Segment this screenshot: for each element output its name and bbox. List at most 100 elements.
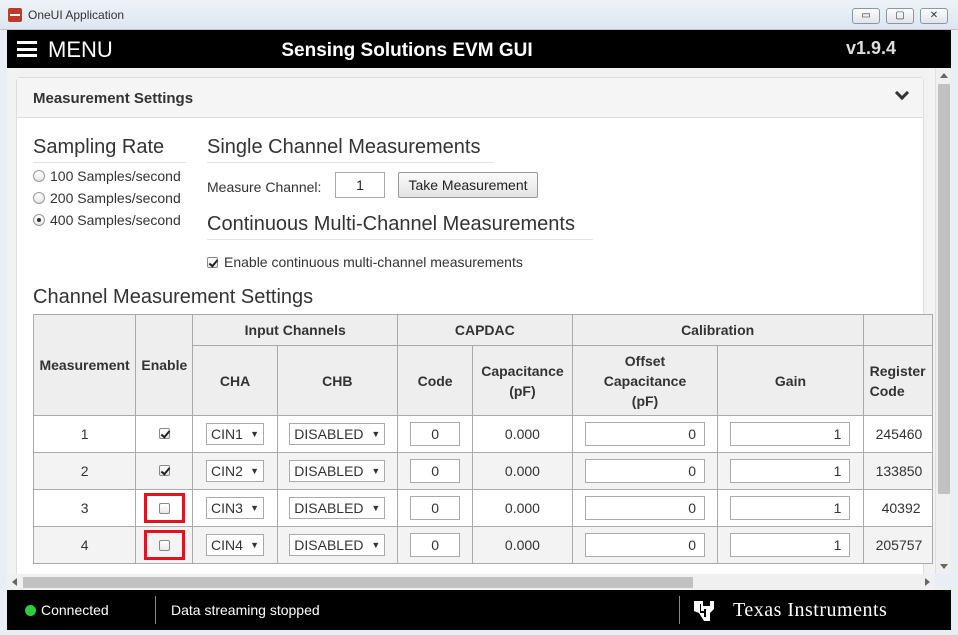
table-row: 1 CIN1 ▼ DISABLED ▼ 0 0.000 0 1 245460 bbox=[33, 415, 933, 453]
chevron-down-icon[interactable] bbox=[894, 85, 910, 101]
code-input[interactable]: 0 bbox=[410, 459, 461, 483]
code-input[interactable]: 0 bbox=[410, 533, 461, 557]
gain-input[interactable]: 1 bbox=[730, 533, 851, 557]
register-cell: 245460 bbox=[862, 415, 933, 453]
texas-instruments-logo-icon bbox=[694, 601, 714, 621]
register-cell: 40392 bbox=[862, 489, 933, 527]
sampling-option-100[interactable]: 100 Samples/second bbox=[33, 168, 181, 184]
radio-icon[interactable] bbox=[33, 170, 45, 182]
cha-value: CIN3 bbox=[211, 500, 243, 516]
chb-value: DISABLED bbox=[294, 463, 364, 479]
code-input[interactable]: 0 bbox=[410, 422, 461, 446]
gain-cell: 1 bbox=[717, 415, 864, 453]
measurement-cell: 1 bbox=[33, 415, 137, 453]
capacitance-cell: 0.000 bbox=[472, 526, 573, 564]
chb-cell: DISABLED ▼ bbox=[276, 415, 398, 453]
cha-select[interactable]: CIN4 ▼ bbox=[206, 534, 265, 556]
measurement-cell: 4 bbox=[33, 526, 137, 564]
horizontal-scroll-thumb[interactable] bbox=[23, 577, 693, 588]
offset-cell: 0 bbox=[571, 452, 719, 490]
channel-settings-heading: Channel Measurement Settings bbox=[33, 286, 314, 308]
maximize-button[interactable]: ▢ bbox=[886, 8, 914, 24]
gain-input[interactable]: 1 bbox=[730, 459, 851, 483]
gain-input[interactable]: 1 bbox=[730, 422, 851, 446]
cha-select[interactable]: CIN2 ▼ bbox=[206, 460, 265, 482]
gain-input[interactable]: 1 bbox=[730, 496, 851, 520]
capacitance-cell: 0.000 bbox=[472, 452, 573, 490]
cha-value: CIN2 bbox=[211, 463, 243, 479]
chb-cell: DISABLED ▼ bbox=[276, 526, 398, 564]
chb-select[interactable]: DISABLED ▼ bbox=[289, 423, 386, 445]
offset-cell: 0 bbox=[571, 526, 719, 564]
cha-cell: CIN4 ▼ bbox=[192, 526, 278, 564]
register-cell: 205757 bbox=[862, 526, 933, 564]
streaming-status: Data streaming stopped bbox=[171, 602, 320, 618]
scroll-left-icon[interactable] bbox=[12, 578, 17, 586]
offset-input[interactable]: 0 bbox=[585, 533, 705, 557]
offset-input[interactable]: 0 bbox=[585, 459, 705, 483]
take-measurement-button[interactable]: Take Measurement bbox=[398, 172, 538, 198]
status-bar: Connected Data streaming stopped Texas I… bbox=[7, 590, 951, 630]
gain-cell: 1 bbox=[717, 489, 864, 527]
sampling-option-label: 100 Samples/second bbox=[50, 168, 181, 184]
app-icon bbox=[8, 8, 22, 22]
horizontal-scrollbar[interactable] bbox=[7, 574, 935, 590]
checkbox-icon[interactable] bbox=[207, 256, 218, 268]
dropdown-arrow-icon: ▼ bbox=[250, 503, 260, 513]
radio-icon[interactable] bbox=[33, 192, 45, 204]
radio-icon[interactable] bbox=[33, 214, 45, 226]
scroll-down-icon[interactable] bbox=[940, 564, 948, 569]
cha-select[interactable]: CIN1 ▼ bbox=[206, 423, 265, 445]
col-input-channels: Input Channels bbox=[192, 314, 398, 346]
col-capacitance: Capacitance (pF) bbox=[472, 345, 573, 416]
offset-input[interactable]: 0 bbox=[585, 496, 705, 520]
panel-header[interactable]: Measurement Settings bbox=[17, 78, 923, 118]
vertical-scroll-thumb[interactable] bbox=[938, 84, 950, 494]
capacitance-cell: 0.000 bbox=[472, 415, 573, 453]
col-measurement: Measurement bbox=[33, 314, 137, 416]
enable-cell bbox=[135, 415, 194, 453]
scroll-up-icon[interactable] bbox=[940, 73, 948, 78]
chb-select[interactable]: DISABLED ▼ bbox=[289, 460, 386, 482]
close-button[interactable]: ✕ bbox=[920, 8, 948, 24]
cha-select[interactable]: CIN3 ▼ bbox=[206, 497, 265, 519]
continuous-enable[interactable]: Enable continuous multi-channel measurem… bbox=[207, 254, 523, 270]
status-divider bbox=[155, 596, 156, 624]
scroll-right-icon[interactable] bbox=[925, 578, 930, 586]
channel-table: Measurement Enable Input Channels CAPDAC… bbox=[33, 314, 933, 564]
code-cell: 0 bbox=[396, 452, 474, 490]
table-row: 2 CIN2 ▼ DISABLED ▼ 0 0.000 0 1 133850 bbox=[33, 452, 933, 490]
gain-cell: 1 bbox=[717, 452, 864, 490]
offset-input[interactable]: 0 bbox=[585, 422, 705, 446]
sampling-option-400[interactable]: 400 Samples/second bbox=[33, 212, 181, 228]
dropdown-arrow-icon: ▼ bbox=[250, 540, 260, 550]
cha-cell: CIN2 ▼ bbox=[192, 452, 278, 490]
code-input[interactable]: 0 bbox=[410, 496, 461, 520]
measure-channel-label: Measure Channel: bbox=[207, 179, 322, 195]
continuous-enable-label: Enable continuous multi-channel measurem… bbox=[224, 254, 523, 270]
vertical-scrollbar[interactable] bbox=[935, 68, 951, 574]
col-offset: Offset Capacitance (pF) bbox=[571, 345, 719, 416]
sampling-option-label: 400 Samples/second bbox=[50, 212, 181, 228]
table-row: 4 CIN4 ▼ DISABLED ▼ 0 0.000 0 1 205757 bbox=[33, 526, 933, 564]
highlight-box bbox=[143, 530, 185, 560]
sampling-option-200[interactable]: 200 Samples/second bbox=[33, 190, 181, 206]
register-cell: 133850 bbox=[862, 452, 933, 490]
dropdown-arrow-icon: ▼ bbox=[371, 429, 381, 439]
chb-value: DISABLED bbox=[294, 426, 364, 442]
enable-checkbox[interactable] bbox=[158, 539, 170, 551]
continuous-heading: Continuous Multi-Channel Measurements bbox=[207, 213, 593, 240]
version-label: v1.9.4 bbox=[845, 38, 896, 58]
code-cell: 0 bbox=[396, 415, 474, 453]
content-area: Measurement Settings Sampling Rate 100 S… bbox=[7, 68, 935, 574]
enable-checkbox[interactable] bbox=[158, 502, 170, 514]
code-cell: 0 bbox=[396, 489, 474, 527]
measure-channel-input[interactable]: 1 bbox=[335, 172, 385, 198]
minimize-button[interactable]: ▭ bbox=[852, 8, 880, 24]
chb-select[interactable]: DISABLED ▼ bbox=[289, 534, 386, 556]
col-capdac: CAPDAC bbox=[396, 314, 573, 346]
table-row: 3 CIN3 ▼ DISABLED ▼ 0 0.000 0 1 40392 bbox=[33, 489, 933, 527]
chb-select[interactable]: DISABLED ▼ bbox=[289, 497, 386, 519]
enable-checkbox[interactable] bbox=[158, 465, 170, 476]
enable-checkbox[interactable] bbox=[158, 428, 170, 439]
